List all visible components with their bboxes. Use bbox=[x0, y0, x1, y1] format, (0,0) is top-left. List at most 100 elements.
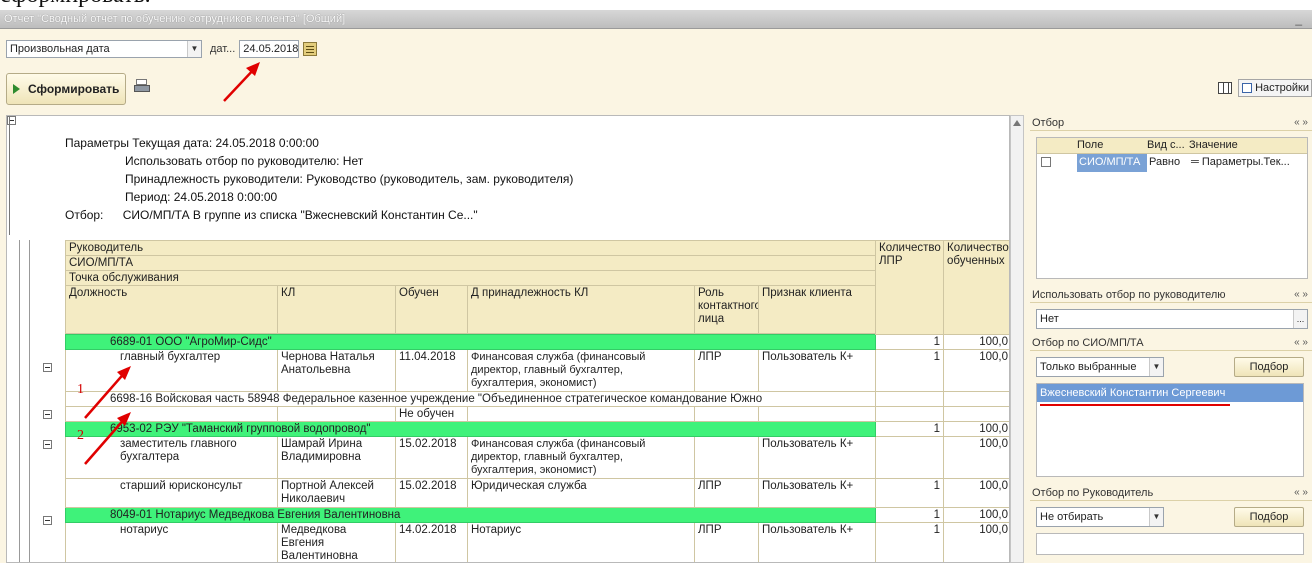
right-toolbar: Настройки bbox=[1218, 79, 1312, 97]
parameters-row: Произвольная дата ▼ дат... 24.05.2018 bbox=[6, 39, 318, 59]
report-parameters: Параметры Текущая дата: 24.05.2018 0:00:… bbox=[65, 134, 573, 224]
filter-table-header: Поле Вид с... Значение bbox=[1037, 138, 1307, 154]
cell-count-lpr bbox=[875, 391, 944, 407]
table-row[interactable]: заместитель главного бухгалтера Шамрай И… bbox=[65, 436, 1009, 479]
play-icon bbox=[13, 84, 20, 94]
filter-row-kind: Равно bbox=[1149, 156, 1181, 168]
collapse-chevron-icon[interactable]: « » bbox=[1294, 287, 1308, 303]
calendar-icon[interactable] bbox=[303, 42, 318, 56]
collapse-row-icon[interactable] bbox=[43, 410, 52, 419]
table-row[interactable]: главный бухгалтер Чернова Наталья Анатол… bbox=[65, 349, 1009, 392]
annotation-arrow-date bbox=[223, 62, 260, 102]
cell-position: старший юрисконсульт bbox=[65, 478, 278, 508]
generate-report-button[interactable]: Сформировать bbox=[6, 73, 126, 105]
group-bracket bbox=[9, 117, 19, 235]
table-row[interactable]: 8049-01 Нотариус Медведкова Евгения Вале… bbox=[65, 507, 1009, 523]
cell-client-sign bbox=[758, 406, 876, 422]
param-line: Параметры Текущая дата: 24.05.2018 0:00:… bbox=[65, 136, 319, 150]
settings-button[interactable]: Настройки bbox=[1238, 79, 1312, 97]
window-title: Отчет "Сводный отчет по обучению сотрудн… bbox=[4, 13, 346, 25]
cell-count-trained bbox=[943, 406, 1009, 422]
table-row[interactable]: старший юрисконсульт Портной Алексей Ник… bbox=[65, 478, 1009, 508]
collapse-chevron-icon[interactable]: « » bbox=[1294, 485, 1308, 501]
cell-d-kl bbox=[467, 406, 695, 422]
window-titlebar: Отчет "Сводный отчет по обучению сотрудн… bbox=[0, 10, 1312, 29]
table-row[interactable]: 6698-16 Войсковая часть 58948 Федерально… bbox=[65, 391, 1009, 407]
chevron-down-icon[interactable]: ▼ bbox=[1149, 358, 1163, 376]
cell-trained: Не обучен bbox=[395, 406, 468, 422]
date-label: дат... bbox=[210, 43, 236, 55]
generate-report-label: Сформировать bbox=[28, 82, 120, 96]
filter-value: СИО/МП/ТА В группе из списка "Вжесневски… bbox=[122, 208, 478, 222]
cell-count-lpr: 1 bbox=[875, 478, 944, 508]
cell-d-kl: Нотариус bbox=[467, 522, 695, 562]
cell-role: ЛПР bbox=[694, 522, 759, 562]
cell-trained: 15.02.2018 bbox=[395, 478, 468, 508]
cell-client-sign: Пользователь К+ bbox=[758, 478, 876, 508]
cell-client-sign: Пользователь К+ bbox=[758, 522, 876, 562]
ellipsis-icon[interactable]: ... bbox=[1293, 310, 1307, 328]
filter-row[interactable]: СИО/МП/ТА Равно ═ Параметры.Тек... bbox=[1037, 154, 1307, 172]
head-selected-list[interactable] bbox=[1036, 533, 1304, 555]
collapse-chevron-icon[interactable]: « » bbox=[1294, 335, 1308, 351]
header-count-trained: Количество обученных bbox=[943, 240, 1009, 335]
table-row[interactable]: нотариус Медведкова Евгения Валентиновна… bbox=[65, 522, 1009, 562]
manager-filter-panel: Использовать отбор по руководителю « » Н… bbox=[1030, 287, 1312, 335]
report-sheet[interactable]: Параметры Текущая дата: 24.05.2018 0:00:… bbox=[6, 115, 1010, 563]
sio-filter-panel: Отбор по СИО/МП/ТА « » Только выбранные … bbox=[1030, 335, 1312, 483]
table-row[interactable]: 6689-01 ООО "АгроМир-Сидс" 1 100,0 bbox=[65, 334, 1009, 350]
settings-label: Настройки bbox=[1255, 82, 1309, 94]
cell-position: главный бухгалтер bbox=[65, 349, 278, 392]
header-position: Должность bbox=[65, 285, 278, 334]
sio-selected-list[interactable]: Вжесневский Константин Сергеевич bbox=[1036, 383, 1304, 477]
cell-count-lpr: 1 bbox=[875, 507, 944, 523]
filter-table[interactable]: Поле Вид с... Значение СИО/МП/ТА Равно ═… bbox=[1036, 137, 1308, 279]
cell-role: ЛПР bbox=[694, 349, 759, 392]
annotation-mark-1: 1 bbox=[77, 382, 84, 397]
table-row[interactable]: 6953-02 РЭУ "Таманский групповой водопро… bbox=[65, 421, 1009, 437]
col-kind: Вид с... bbox=[1147, 139, 1185, 151]
collapse-row-icon[interactable] bbox=[43, 363, 52, 372]
head-filter-mode-select[interactable]: Не отбирать ▼ bbox=[1036, 507, 1164, 527]
cell-count-lpr: 1 bbox=[875, 349, 944, 392]
cell-count-trained: 100,0 bbox=[943, 334, 1009, 350]
cell-role: ЛПР bbox=[694, 478, 759, 508]
scroll-up-icon[interactable] bbox=[1013, 120, 1021, 126]
print-icon[interactable] bbox=[134, 79, 150, 95]
list-item[interactable]: Вжесневский Константин Сергеевич bbox=[1037, 384, 1303, 402]
manager-filter-title: Использовать отбор по руководителю « » bbox=[1030, 287, 1312, 303]
cell-count-lpr bbox=[875, 406, 944, 422]
table-row[interactable]: Не обучен bbox=[65, 406, 1009, 422]
chevron-down-icon[interactable]: ▼ bbox=[187, 41, 201, 57]
cell-position: нотариус bbox=[65, 522, 278, 562]
manager-filter-input[interactable]: Нет ... bbox=[1036, 309, 1308, 329]
header-trained: Обучен bbox=[395, 285, 468, 334]
date-input[interactable]: 24.05.2018 bbox=[239, 40, 300, 58]
vertical-scrollbar[interactable] bbox=[1010, 115, 1024, 563]
head-pick-button[interactable]: Подбор bbox=[1234, 507, 1304, 527]
cell-position: заместитель главного бухгалтера bbox=[65, 436, 278, 479]
filter-checkbox[interactable] bbox=[1041, 157, 1051, 167]
group-title: 6698-16 Войсковая часть 58948 Федерально… bbox=[65, 391, 876, 407]
period-type-select[interactable]: Произвольная дата ▼ bbox=[6, 40, 202, 58]
collapse-chevron-icon[interactable]: « » bbox=[1294, 115, 1308, 131]
grouping-gutter bbox=[7, 116, 64, 562]
param-line: Период: 24.05.2018 0:00:00 bbox=[125, 190, 278, 204]
table-icon[interactable] bbox=[1218, 82, 1233, 94]
filter-panel-title: Отбор « » bbox=[1030, 115, 1312, 131]
collapse-row-icon[interactable] bbox=[43, 440, 52, 449]
cell-position bbox=[65, 406, 278, 422]
minimize-button[interactable]: _ bbox=[1295, 10, 1302, 28]
cell-role bbox=[694, 406, 759, 422]
header-sio: СИО/МП/ТА bbox=[65, 255, 876, 271]
cell-kl: Портной Алексей Николаевич bbox=[277, 478, 396, 508]
cell-trained: 11.04.2018 bbox=[395, 349, 468, 392]
cell-client-sign: Пользователь К+ bbox=[758, 436, 876, 479]
cell-kl: Медведкова Евгения Валентиновна bbox=[277, 522, 396, 562]
chevron-down-icon[interactable]: ▼ bbox=[1149, 508, 1163, 526]
cell-d-kl: Юридическая служба bbox=[467, 478, 695, 508]
cell-count-trained: 100,0 bbox=[943, 507, 1009, 523]
sio-filter-mode-select[interactable]: Только выбранные ▼ bbox=[1036, 357, 1164, 377]
collapse-row-icon[interactable] bbox=[43, 516, 52, 525]
sio-pick-button[interactable]: Подбор bbox=[1234, 357, 1304, 377]
